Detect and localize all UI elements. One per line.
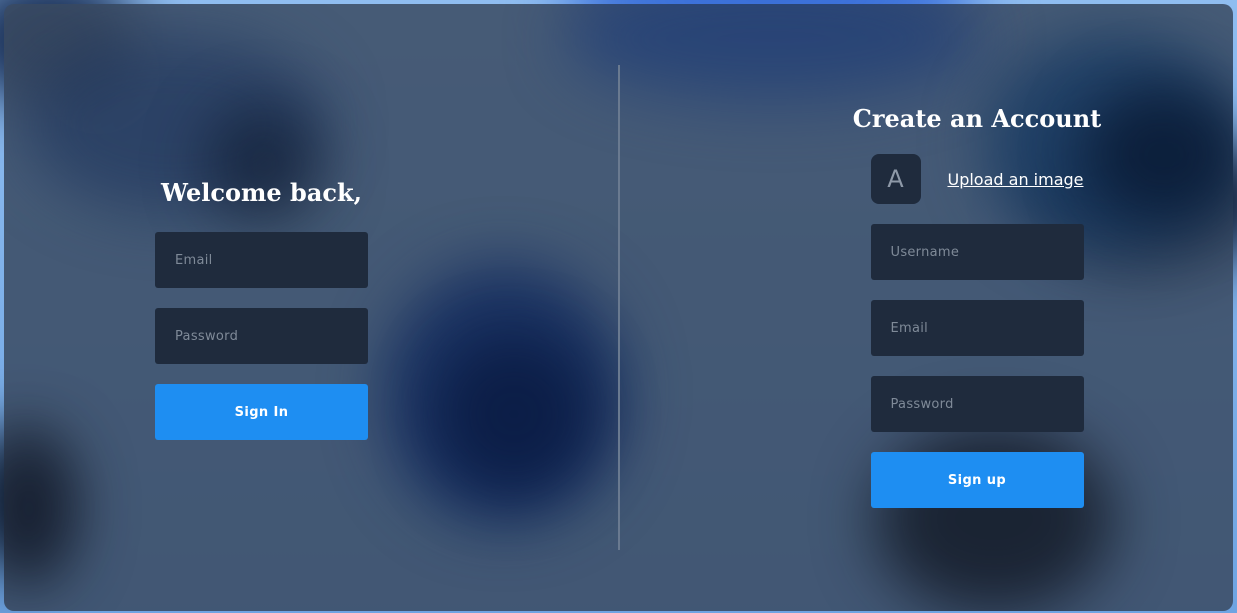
signup-form: Create an Account A Upload an image Sign… (853, 102, 1101, 508)
login-form: Welcome back, Sign In (155, 176, 368, 440)
login-title: Welcome back, (161, 178, 362, 207)
backdrop-blob (564, 4, 984, 104)
login-password-input[interactable] (155, 308, 368, 364)
avatar-letter: A (887, 165, 904, 193)
backdrop-blob (4, 434, 74, 584)
signup-password-input[interactable] (870, 376, 1084, 432)
signup-username-input[interactable] (870, 224, 1084, 280)
signup-email-input[interactable] (870, 300, 1084, 356)
backdrop-blob (1084, 84, 1233, 224)
backdrop-blob (434, 334, 594, 494)
login-email-input[interactable] (155, 232, 368, 288)
signup-title: Create an Account (852, 104, 1102, 133)
auth-card: Welcome back, Sign In Create an Account … (4, 4, 1233, 611)
sign-up-button[interactable]: Sign up (870, 452, 1084, 508)
avatar-upload-row: A Upload an image (870, 154, 1084, 204)
panel-divider (618, 65, 620, 550)
avatar-preview: A (870, 154, 921, 204)
sign-in-button[interactable]: Sign In (155, 384, 368, 440)
upload-image-link[interactable]: Upload an image (947, 170, 1083, 189)
